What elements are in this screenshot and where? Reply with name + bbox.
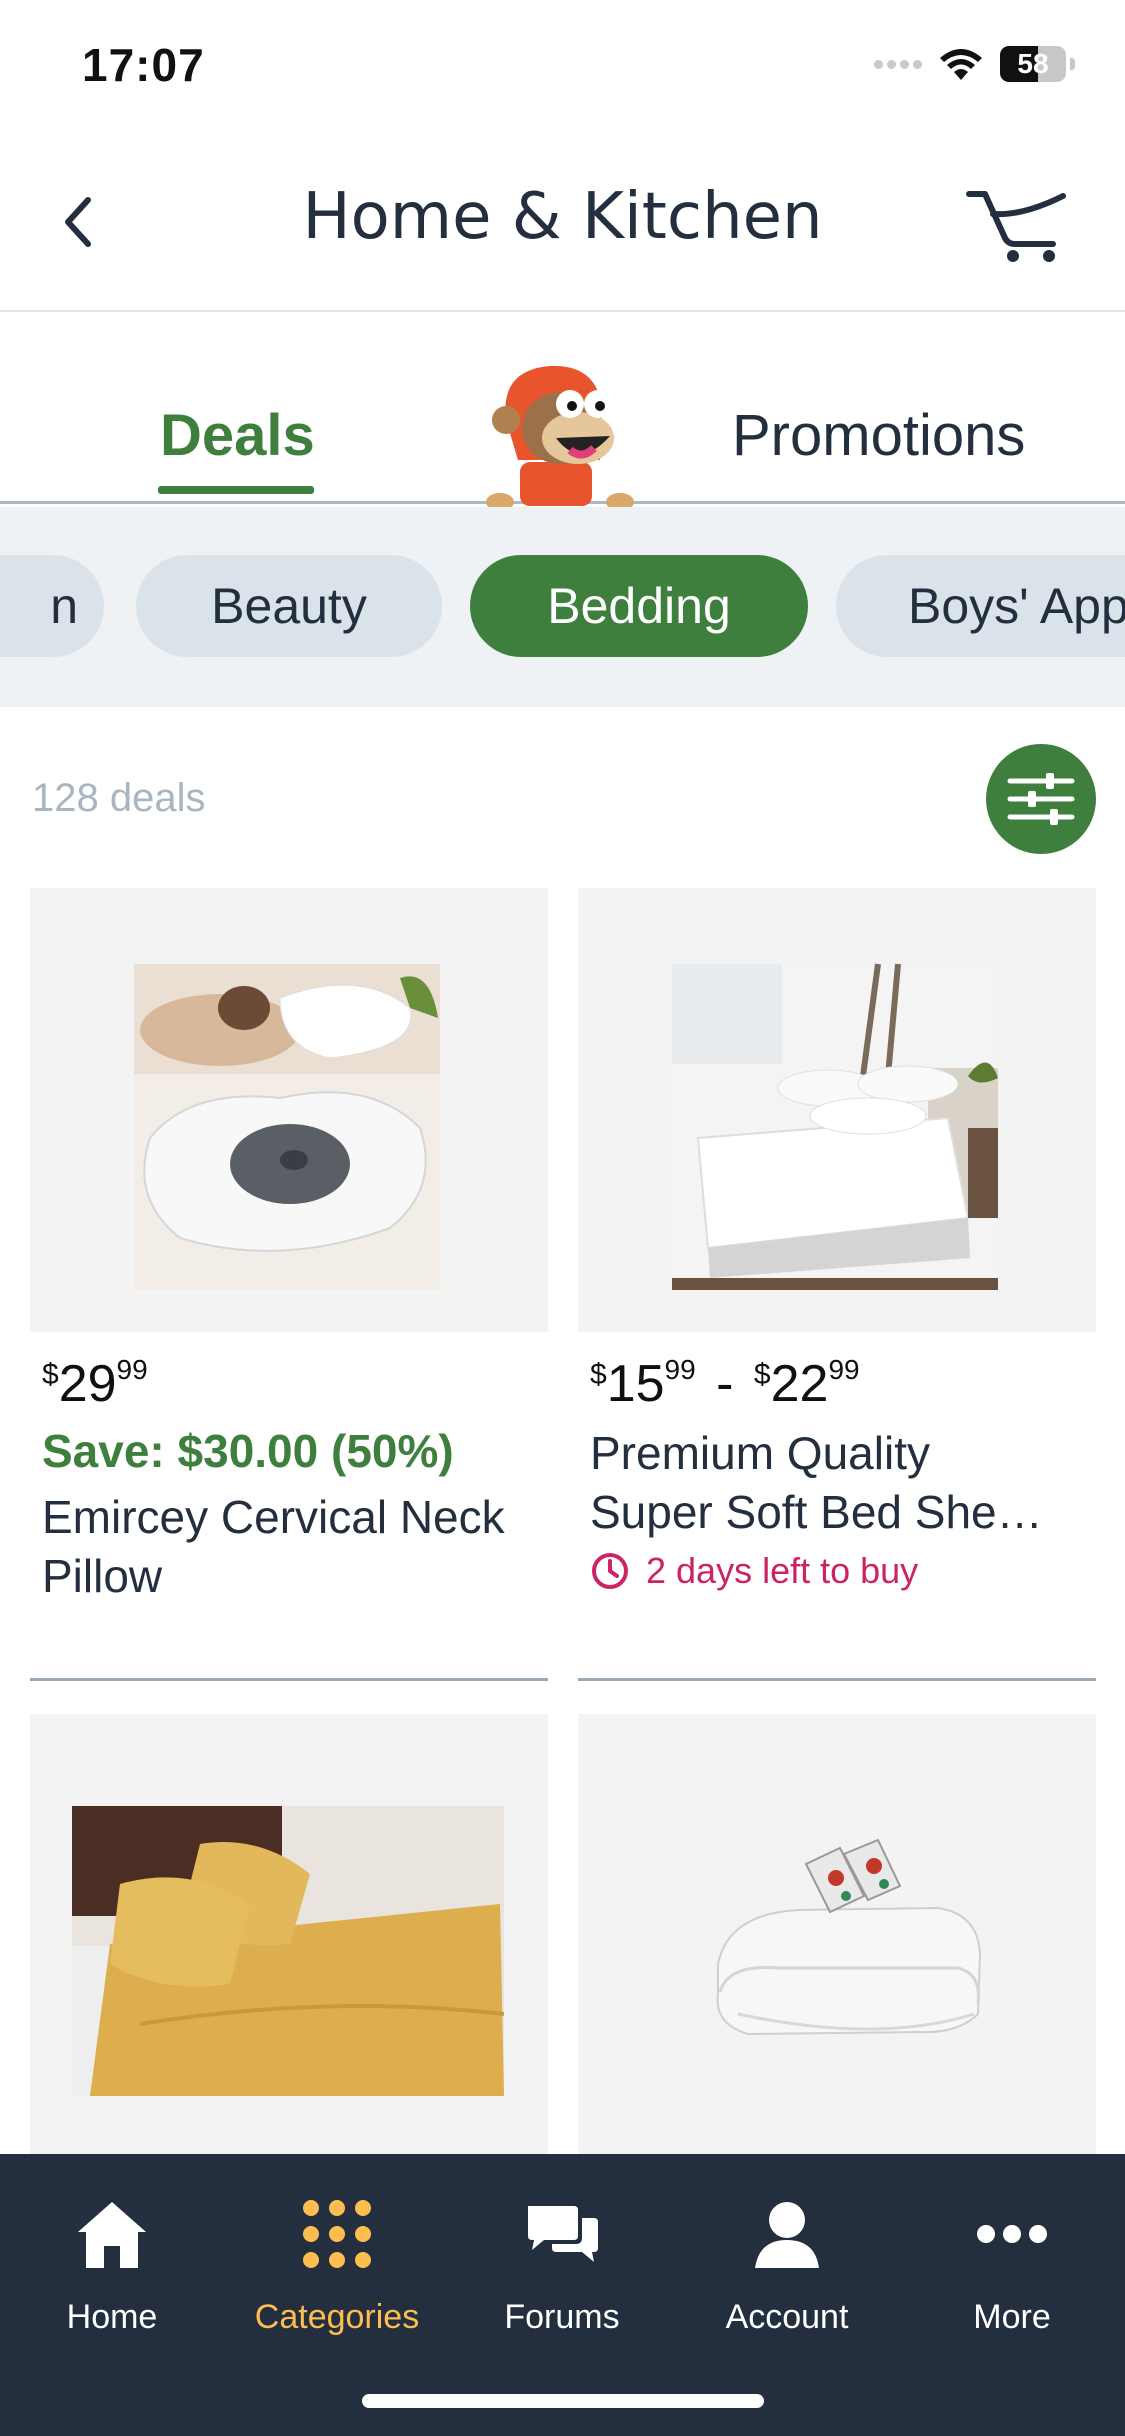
nav-more[interactable]: More xyxy=(912,2194,1112,2337)
header: Home & Kitchen xyxy=(0,140,1125,312)
clock-icon xyxy=(592,1552,628,1589)
product-title[interactable]: Premium Quality Super Soft Bed She… xyxy=(578,1424,1096,1542)
active-tab-indicator xyxy=(158,486,314,494)
deal-count: 128 deals xyxy=(32,776,206,820)
product-image[interactable] xyxy=(578,888,1096,1332)
product-card[interactable]: $2999 Save: $30.00 (50%) Emircey Cervica… xyxy=(30,888,548,1606)
product-image[interactable] xyxy=(30,888,548,1332)
product-image[interactable] xyxy=(578,1714,1096,2158)
home-icon xyxy=(78,2202,146,2268)
card-divider xyxy=(578,1678,1096,1681)
battery-percent: 58 xyxy=(1017,48,1049,79)
more-icon xyxy=(977,2225,1047,2243)
signal-icon xyxy=(874,59,922,69)
tab-promotions[interactable]: Promotions xyxy=(732,402,1025,469)
deal-tabs: Deals Promotions xyxy=(0,314,1125,510)
nav-account[interactable]: Account xyxy=(687,2194,887,2337)
status-time: 17:07 xyxy=(82,39,205,91)
nav-categories[interactable]: Categories xyxy=(237,2194,437,2337)
savings-label: Save: $30.00 (50%) xyxy=(42,1425,454,1477)
product-card[interactable]: $1599 - $2299 Premium Quality Super Soft… xyxy=(578,888,1096,1592)
status-bar: 17:07 58 xyxy=(0,0,1125,140)
monkey-mascot-icon xyxy=(486,365,634,510)
product-title[interactable]: Emircey Cervical Neck Pillow xyxy=(30,1488,548,1606)
nav-forums[interactable]: Forums xyxy=(462,2194,662,2337)
product-image[interactable] xyxy=(30,1714,548,2158)
category-chips: n Beauty Bedding Boys' App xyxy=(0,507,1125,707)
battery-icon: 58 xyxy=(1000,46,1066,82)
chip-category-partial[interactable]: n xyxy=(0,555,104,657)
sliders-icon xyxy=(1007,773,1075,825)
chip-bedding[interactable]: Bedding xyxy=(470,555,808,657)
filter-button[interactable] xyxy=(986,744,1096,854)
page-title: Home & Kitchen xyxy=(302,180,823,254)
card-divider xyxy=(30,1678,548,1681)
product-card[interactable] xyxy=(578,1714,1096,2158)
cart-icon xyxy=(966,191,1066,262)
cart-button[interactable] xyxy=(963,184,1073,264)
deal-timer: 2 days left to buy xyxy=(578,1550,1096,1592)
person-icon xyxy=(755,2202,819,2268)
product-card[interactable] xyxy=(30,1714,548,2158)
product-price: $2999 xyxy=(42,1353,148,1413)
grid-icon xyxy=(303,2200,371,2268)
tab-deals[interactable]: Deals xyxy=(160,402,315,469)
wifi-icon xyxy=(940,49,982,80)
mustard-sheets-image xyxy=(72,1806,505,2096)
product-price-range: $1599 - $2299 xyxy=(590,1353,860,1413)
nav-home[interactable]: Home xyxy=(12,2194,212,2337)
status-icons: 58 xyxy=(874,46,1075,82)
heated-mattress-pad-image xyxy=(716,1838,982,2036)
chip-beauty[interactable]: Beauty xyxy=(136,555,442,657)
home-indicator xyxy=(362,2394,764,2408)
chat-icon xyxy=(528,2206,598,2262)
bed-sheets-image xyxy=(672,963,998,1290)
pillow-image xyxy=(134,964,440,1290)
chip-boys-apparel[interactable]: Boys' App xyxy=(836,555,1125,657)
